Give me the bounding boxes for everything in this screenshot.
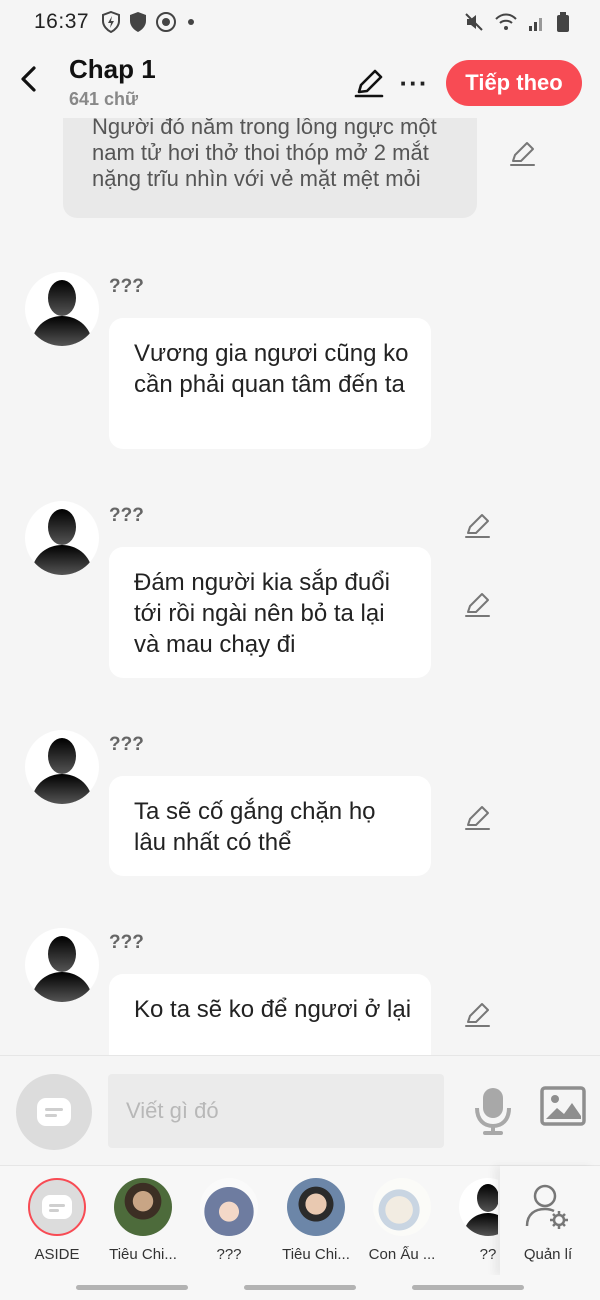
nav-handle-right[interactable]	[412, 1285, 524, 1290]
chat-area[interactable]: Người đó nằm trong lồng ngực một nam tử …	[0, 118, 600, 1055]
nav-handle-left[interactable]	[76, 1285, 188, 1290]
user-gear-icon	[519, 1178, 577, 1236]
avatar[interactable]	[25, 928, 99, 1002]
image-icon	[540, 1086, 586, 1126]
edit-message-icon[interactable]	[463, 1001, 491, 1029]
silhouette-icon	[31, 280, 93, 346]
back-button[interactable]	[14, 62, 42, 96]
character-item[interactable]: Tiêu Chi...	[98, 1166, 188, 1276]
back-chevron-icon	[21, 66, 36, 92]
aside-icon	[37, 1098, 71, 1126]
aside-icon	[42, 1195, 72, 1219]
avatar	[200, 1178, 258, 1236]
character-aside[interactable]: ASIDE	[12, 1166, 102, 1276]
dot-icon	[185, 16, 197, 28]
mute-icon	[464, 12, 484, 32]
character-item[interactable]: ??	[443, 1166, 498, 1276]
edit-narration-icon[interactable]	[508, 140, 536, 168]
message-input[interactable]	[108, 1074, 444, 1148]
title-block: Chap 1 641 chữ	[69, 54, 156, 110]
shield-icon	[129, 11, 147, 33]
manage-label: Quản lí	[523, 1246, 573, 1263]
avatar[interactable]	[25, 501, 99, 575]
silhouette-icon	[463, 1184, 498, 1236]
battery-icon	[556, 11, 570, 33]
status-time: 16:37	[34, 10, 90, 33]
message-bubble[interactable]: Ta sẽ cố gắng chặn họ lâu nhất có thể	[109, 776, 431, 876]
sender-name: ???	[109, 505, 144, 526]
input-bar	[0, 1055, 600, 1165]
message-bubble[interactable]: Đám người kia sắp đuổi tới rồi ngài nên …	[109, 547, 431, 678]
character-item[interactable]: ???	[184, 1166, 274, 1276]
character-bar: ASIDE Tiêu Chi... ??? Tiêu Chi... Con Ẩu…	[0, 1165, 600, 1276]
character-name: Con Ẩu ...	[368, 1246, 436, 1263]
silhouette-icon	[31, 738, 93, 804]
next-chapter-button[interactable]: Tiếp theo	[446, 60, 582, 106]
avatar	[287, 1178, 345, 1236]
avatar	[114, 1178, 172, 1236]
pencil-icon	[354, 69, 384, 98]
chapter-header: Chap 1 641 chữ ··· Tiếp theo	[0, 44, 600, 120]
sender-name: ???	[109, 734, 144, 755]
wifi-icon	[494, 12, 518, 32]
aside-avatar	[28, 1178, 86, 1236]
character-item[interactable]: Con Ẩu ...	[357, 1166, 447, 1276]
gear-circle-icon	[155, 11, 177, 33]
silhouette-icon	[31, 509, 93, 575]
character-name: Tiêu Chi...	[282, 1246, 350, 1263]
signal-icon	[528, 12, 546, 32]
microphone-icon	[475, 1088, 511, 1135]
avatar	[373, 1178, 431, 1236]
edit-title-button[interactable]	[352, 66, 386, 100]
nav-handle-center[interactable]	[244, 1285, 356, 1290]
microphone-button[interactable]	[472, 1086, 514, 1136]
manage-characters-button[interactable]: Quản lí	[500, 1166, 596, 1276]
avatar	[459, 1178, 498, 1236]
silhouette-icon	[31, 936, 93, 1002]
chat-message: ??? Đám người kia sắp đuổi tới rồi ngài …	[0, 497, 600, 687]
message-bubble[interactable]: Ko ta sẽ ko để ngươi ở lại	[109, 974, 431, 1055]
avatar[interactable]	[25, 730, 99, 804]
navigation-bar	[0, 1275, 600, 1300]
aside-toggle-button[interactable]	[16, 1074, 92, 1150]
character-name: ASIDE	[34, 1246, 80, 1263]
sender-name: ???	[109, 932, 144, 953]
avatar[interactable]	[25, 272, 99, 346]
chat-message: ??? Vương gia ngươi cũng ko cần phải qua…	[0, 268, 600, 538]
chat-message: ??? Ta sẽ cố gắng chặn họ lâu nhất có th…	[0, 726, 600, 886]
word-count: 641 chữ	[69, 89, 139, 109]
message-bubble[interactable]: Vương gia ngươi cũng ko cần phải quan tâ…	[109, 318, 431, 449]
narration-bubble[interactable]: Người đó nằm trong lồng ngực một nam tử …	[63, 118, 477, 218]
status-bar: 16:37	[0, 0, 600, 44]
image-button[interactable]	[540, 1086, 586, 1132]
sender-name: ???	[109, 276, 144, 297]
chapter-title: Chap 1	[69, 54, 156, 84]
character-name: ??	[479, 1246, 497, 1263]
shield-bolt-icon	[101, 11, 121, 33]
character-item[interactable]: Tiêu Chi...	[271, 1166, 361, 1276]
character-name: ???	[216, 1246, 242, 1263]
more-options-button[interactable]: ···	[400, 66, 428, 100]
edit-message-icon[interactable]	[463, 591, 491, 619]
chat-message: ??? Ko ta sẽ ko để ngươi ở lại	[0, 924, 600, 1055]
character-name: Tiêu Chi...	[109, 1246, 177, 1263]
edit-message-icon[interactable]	[463, 804, 491, 832]
